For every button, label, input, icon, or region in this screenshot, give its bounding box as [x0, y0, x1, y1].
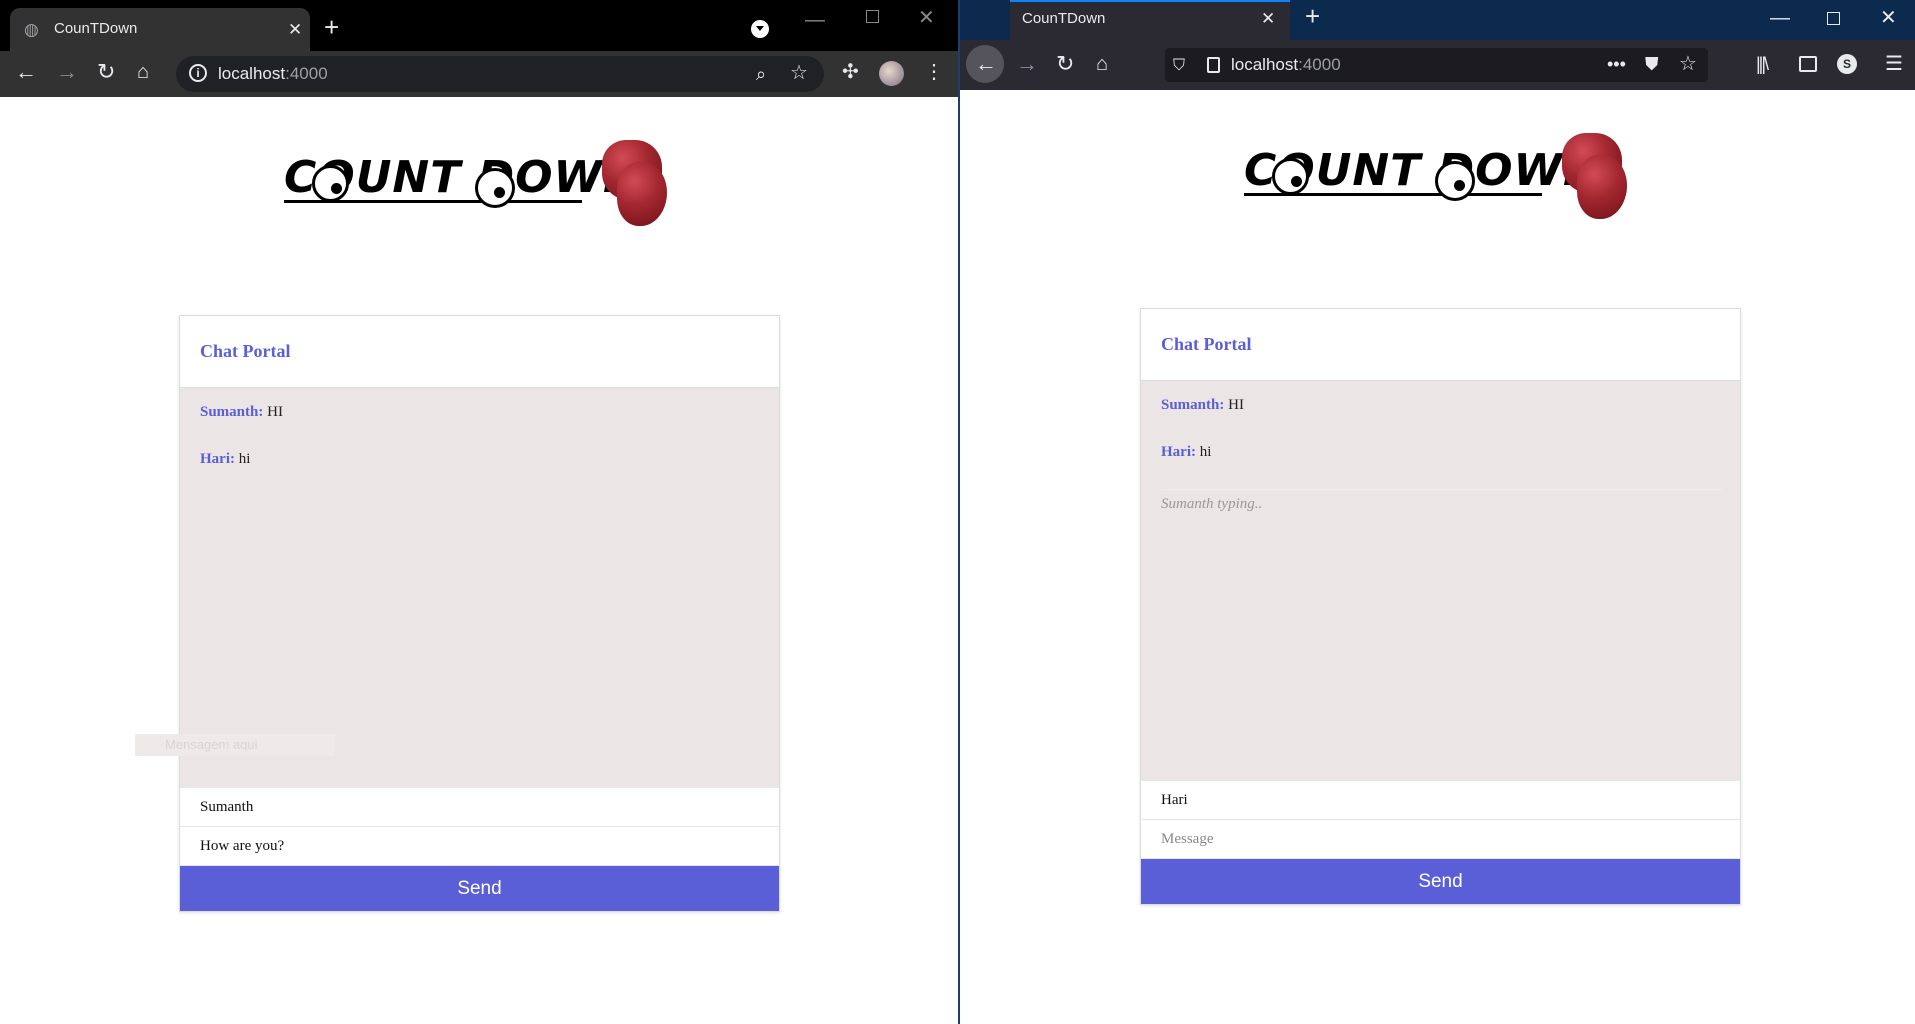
firefox-url: localhost:4000 — [1231, 55, 1341, 75]
url-port: :4000 — [1298, 55, 1341, 74]
send-button[interactable]: Send — [180, 866, 779, 911]
home-icon[interactable]: ⌂ — [137, 62, 149, 82]
chat-portal-card: Chat Portal Sumanth: HI Hari: hi Mensage… — [135, 315, 780, 912]
countdown-logo: COUNT DOWN — [284, 140, 674, 230]
message-sender: Hari: — [1161, 444, 1196, 460]
chat-message: Sumanth: HI — [200, 402, 759, 449]
card-header: Chat Portal — [180, 316, 779, 388]
hamburger-menu-icon[interactable]: ☰ — [1885, 54, 1903, 74]
back-arrow-icon: ← — [975, 51, 997, 76]
message-text: HI — [1224, 397, 1244, 413]
bookmark-star-icon[interactable]: ☆ — [1679, 54, 1697, 74]
reload-icon[interactable]: ↻ — [1056, 53, 1074, 75]
profile-avatar[interactable] — [879, 61, 904, 86]
url-port: :4000 — [285, 64, 328, 83]
message-text: hi — [1196, 444, 1212, 460]
library-icon[interactable]: |||\ — [1756, 54, 1769, 74]
tab-search-icon[interactable] — [751, 20, 769, 38]
reload-icon[interactable]: ↻ — [97, 61, 115, 83]
firefox-tab[interactable]: CounTDown ✕ — [1010, 0, 1290, 40]
faded-overlay-label: Mensagem aqui — [135, 734, 335, 756]
chat-portal-card: Chat Portal Sumanth: HI Hari: hi Sumanth… — [1140, 308, 1741, 905]
pupil — [1454, 180, 1465, 191]
window-close-icon[interactable]: ✕ — [1880, 8, 1897, 28]
home-icon[interactable]: ⌂ — [1096, 54, 1108, 74]
chat-message: Hari: hi — [200, 449, 759, 496]
message-sender: Sumanth: — [200, 404, 264, 420]
message-sender: Sumanth: — [1161, 397, 1225, 413]
page-title: Chat Portal — [200, 341, 291, 361]
menu-dots-icon[interactable]: ⋮ — [924, 62, 944, 82]
chrome-window: ◍ CounTDown ✕ + — ✕ ← → ↻ ⌂ i localhost:… — [0, 0, 958, 1024]
firefox-urlbar[interactable]: ⛉ localhost:4000 ••• ⛊ ☆ — [1165, 48, 1708, 82]
chevron-down-icon — [756, 26, 764, 31]
zoom-icon[interactable]: ⌕ — [756, 64, 766, 84]
forward-arrow-icon[interactable]: → — [56, 61, 78, 83]
minimize-icon[interactable]: — — [805, 10, 825, 30]
info-icon[interactable]: i — [189, 64, 207, 82]
chrome-omnibox[interactable]: i localhost:4000 ⌕ ☆ — [176, 56, 824, 92]
forward-arrow-icon[interactable]: → — [1016, 53, 1038, 75]
name-input[interactable]: Sumanth — [180, 788, 779, 827]
logo-eye-left — [312, 165, 349, 202]
card-header: Chat Portal — [1141, 309, 1740, 381]
chat-message: Hari: hi — [1161, 442, 1720, 489]
logo-eye-right — [475, 168, 515, 208]
chat-messages[interactable]: Sumanth: HI Hari: hi Sumanth typing.. — [1141, 381, 1740, 781]
close-tab-icon[interactable]: ✕ — [288, 20, 302, 40]
firefox-window: CounTDown ✕ + — ✕ ← → ↻ ⌂ ⛉ localhost:40… — [958, 0, 1915, 1024]
message-text: HI — [263, 404, 283, 420]
send-button[interactable]: Send — [1141, 859, 1740, 904]
back-arrow-icon[interactable]: ← — [15, 61, 37, 83]
window-close-icon[interactable]: ✕ — [918, 8, 935, 28]
url-host: localhost — [1231, 55, 1299, 74]
pupil — [494, 187, 505, 198]
chat-messages[interactable]: Sumanth: HI Hari: hi Mensagem aqui — [135, 388, 779, 788]
shield-icon[interactable]: ⛉ — [1173, 56, 1185, 76]
logo-plus-blob — [1577, 155, 1627, 219]
more-dots-icon[interactable]: ••• — [1607, 54, 1626, 74]
sidebar-icon[interactable] — [1799, 56, 1817, 72]
chrome-tab-title: CounTDown — [54, 20, 138, 37]
logo-eye-left — [1272, 158, 1309, 195]
minimize-icon[interactable]: — — [1770, 8, 1790, 28]
chrome-url: localhost:4000 — [218, 64, 328, 84]
logo-plus-blob — [617, 162, 667, 226]
close-tab-icon[interactable]: ✕ — [1261, 9, 1275, 29]
message-input[interactable]: Message — [1141, 820, 1740, 859]
url-host: localhost — [218, 64, 286, 83]
pupil — [331, 183, 342, 194]
new-tab-plus-icon[interactable]: + — [324, 14, 339, 40]
countdown-logo: COUNT DOWN — [1244, 133, 1634, 223]
page-title: Chat Portal — [1161, 334, 1252, 354]
chrome-tab[interactable]: ◍ CounTDown ✕ — [10, 8, 310, 51]
message-input[interactable]: How are you? — [180, 827, 779, 866]
name-input[interactable]: Hari — [1141, 781, 1740, 820]
maximize-icon[interactable] — [1827, 12, 1840, 25]
message-sender: Hari: — [200, 451, 235, 467]
firefox-tab-title: CounTDown — [1022, 10, 1106, 27]
logo-eye-right — [1435, 161, 1475, 201]
page-icon — [1207, 57, 1220, 73]
message-text: hi — [235, 451, 251, 467]
typing-indicator: Sumanth typing.. — [1161, 489, 1722, 513]
active-tab-indicator — [1010, 0, 1290, 2]
new-tab-plus-icon[interactable]: + — [1305, 3, 1320, 29]
chat-message: Sumanth: HI — [1161, 395, 1720, 442]
extensions-puzzle-icon[interactable]: ✣ — [842, 62, 859, 82]
bookmark-star-icon[interactable]: ☆ — [790, 63, 808, 83]
pocket-icon[interactable]: ⛊ — [1645, 54, 1659, 74]
maximize-icon[interactable] — [866, 10, 879, 23]
account-icon[interactable]: S — [1837, 54, 1857, 74]
globe-icon: ◍ — [24, 20, 39, 39]
pupil — [1291, 176, 1302, 187]
